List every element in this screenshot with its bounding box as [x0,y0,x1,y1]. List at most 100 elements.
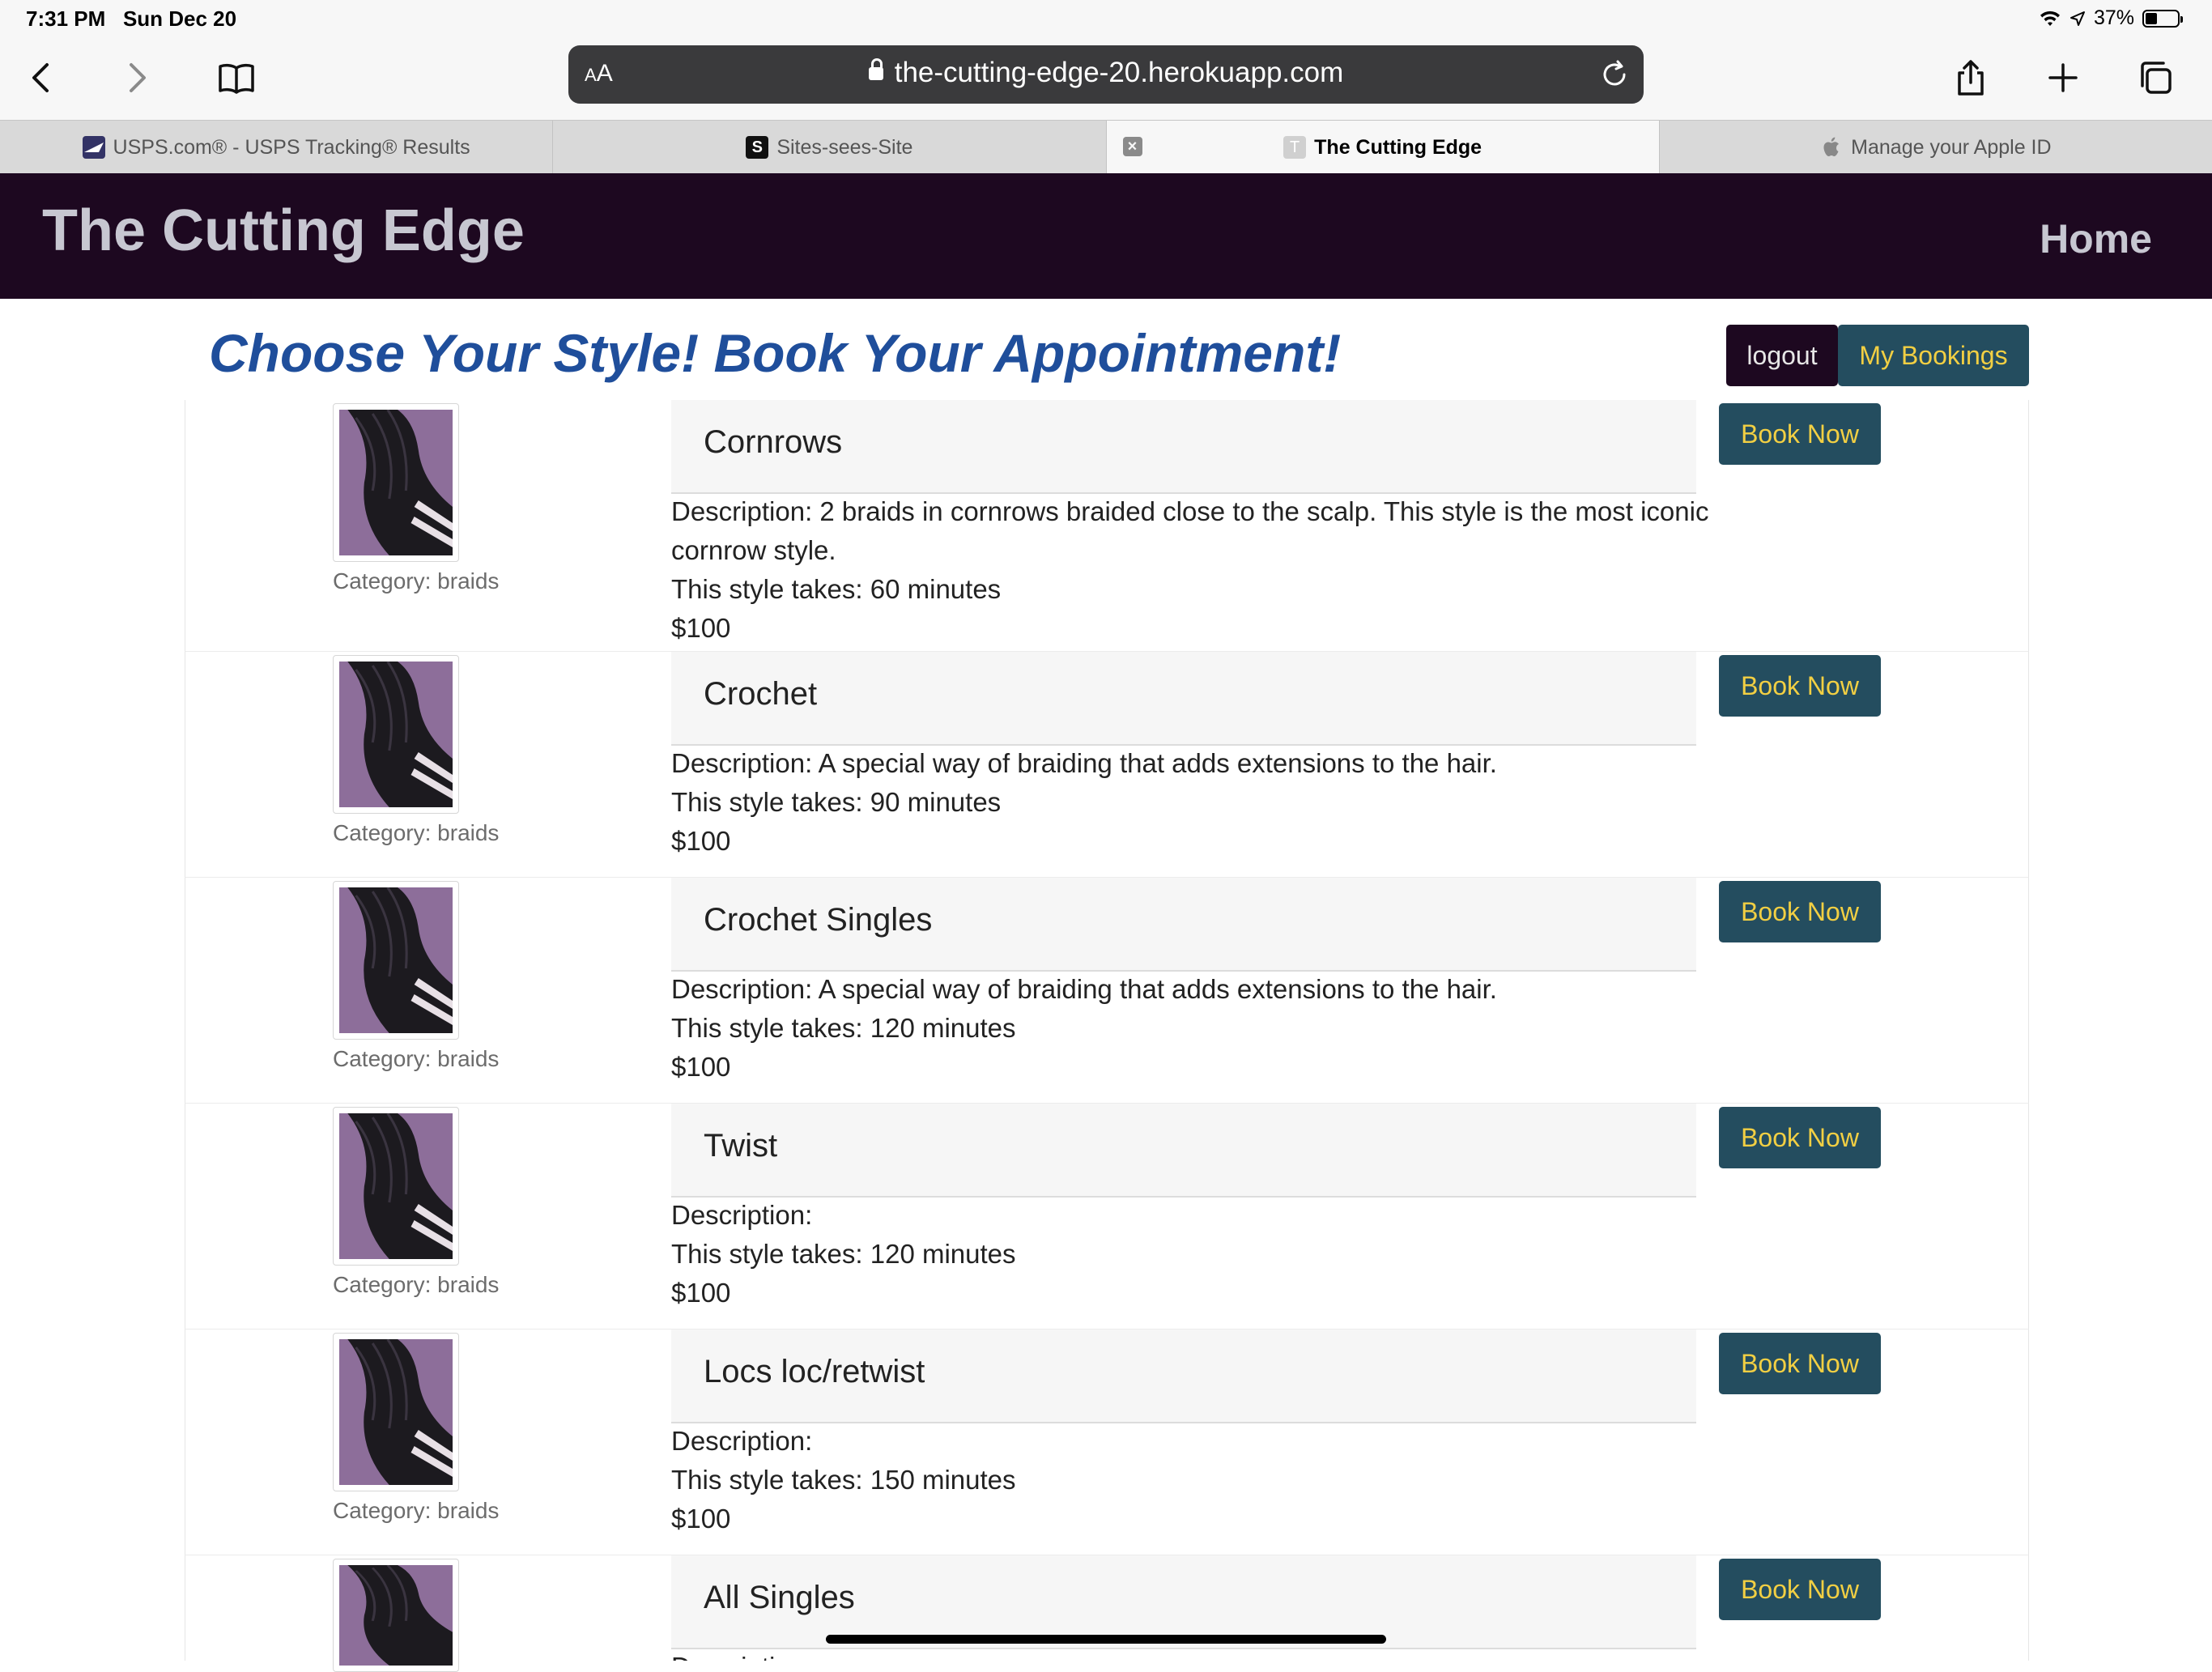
style-details: Description: A special way of braiding t… [671,744,1724,861]
book-icon [219,63,254,94]
style-category: Category: braids [333,820,500,845]
location-arrow-icon [2069,11,2085,26]
tab-title: Manage your Apple ID [1851,135,2052,159]
reload-icon[interactable] [1597,57,1632,92]
status-date: Sun Dec 20 [122,6,237,31]
style-card: All Singles Description: Book Now [185,1555,2029,1672]
apple-icon [1820,136,1843,159]
tab-sites-sees-site[interactable]: S Sites-sees-Site [553,121,1107,174]
back-button[interactable] [16,52,68,104]
style-name: Crochet Singles [704,902,933,938]
logout-button[interactable]: logout [1726,325,1838,386]
braids-photo-icon [339,410,453,555]
style-thumbnail [333,403,459,562]
book-now-button[interactable]: Book Now [1719,655,1881,717]
battery-icon [2142,9,2183,28]
style-name: Twist [704,1128,778,1164]
style-description: Description: [671,1426,813,1456]
style-category: Category: braids [333,1046,500,1071]
style-details: Description: This style takes: 150 minut… [671,1422,1724,1538]
style-name: Crochet [704,676,818,712]
style-duration: This style takes: 120 minutes [671,1239,1016,1269]
style-thumbnail [333,1559,459,1672]
address-bar[interactable]: AA the-cutting-edge-20.herokuapp.com [568,45,1644,104]
site-header: The Cutting Edge Home [0,173,2212,299]
book-now-button[interactable]: Book Now [1719,1333,1881,1394]
style-description: Description: [671,1648,1724,1661]
status-clock: 7:31 PM Sun Dec 20 [26,6,236,32]
tab-apple-id[interactable]: Manage your Apple ID [1660,121,2212,174]
new-tab-button[interactable] [2037,52,2089,104]
style-price: $100 [671,826,731,856]
braids-photo-icon [339,1113,453,1259]
style-price: $100 [671,1278,731,1308]
style-name-box: Twist [671,1104,1696,1198]
style-description: Description: A special way of braiding t… [671,748,1497,778]
style-price: $100 [671,1504,731,1534]
style-details: Description: [671,1648,1724,1661]
braids-photo-icon [339,887,453,1033]
status-bar: 7:31 PM Sun Dec 20 37% [0,0,2212,37]
nav-home-link[interactable]: Home [2040,215,2152,262]
style-category: Category: braids [333,1498,500,1523]
style-card: Category: braids Cornrows Description: 2… [185,400,2029,652]
style-description: Description: 2 braids in cornrows braide… [671,496,1709,565]
style-list: Category: braids Cornrows Description: 2… [185,400,2029,1672]
style-card: Category: braids Locs loc/retwist Descri… [185,1330,2029,1555]
tab-title: The Cutting Edge [1314,135,1482,159]
home-indicator[interactable] [826,1635,1386,1644]
book-now-button[interactable]: Book Now [1719,403,1881,465]
style-card: Category: braids Crochet Description: A … [185,652,2029,878]
close-tab-icon[interactable]: × [1122,137,1142,156]
style-category: Category: braids [333,1272,500,1297]
lock-icon [868,58,883,80]
style-name: Locs loc/retwist [704,1354,925,1389]
battery-percent: 37% [2093,6,2134,29]
url-display[interactable]: the-cutting-edge-20.herokuapp.com [568,57,1644,89]
tab-bar: USPS.com® - USPS Tracking® Results S Sit… [0,120,2212,175]
style-thumbnail [333,1107,459,1266]
site-s-favicon-icon: S [746,136,769,159]
bookmarks-button[interactable] [211,52,262,104]
tab-usps[interactable]: USPS.com® - USPS Tracking® Results [0,121,554,174]
style-details: Description: A special way of braiding t… [671,970,1724,1087]
style-duration: This style takes: 150 minutes [671,1465,1016,1495]
status-indicators: 37% [2039,6,2183,30]
my-bookings-button[interactable]: My Bookings [1838,325,2029,386]
page-title: Choose Your Style! Book Your Appointment… [209,323,1342,383]
style-thumbnail [333,881,459,1040]
braids-photo-icon [339,662,453,807]
plus-icon [2048,63,2078,92]
tabs-icon [2141,62,2172,94]
style-name-box: Locs loc/retwist [671,1330,1696,1423]
style-duration: This style takes: 60 minutes [671,574,1002,604]
site-t-favicon-icon: T [1283,136,1307,159]
braids-photo-icon [339,1339,453,1485]
style-thumbnail [333,655,459,814]
style-name: Cornrows [704,424,843,460]
style-price: $100 [671,1052,731,1082]
style-price: $100 [671,613,731,643]
usps-icon [82,136,105,159]
status-time: 7:31 PM [26,6,106,31]
share-icon [1958,60,1984,96]
book-now-button[interactable]: Book Now [1719,881,1881,942]
style-card: Category: braids Crochet Singles Descrip… [185,878,2029,1104]
chevron-right-icon [130,63,146,92]
tab-title: USPS.com® - USPS Tracking® Results [113,135,470,159]
style-duration: This style takes: 120 minutes [671,1013,1016,1043]
url-text: the-cutting-edge-20.herokuapp.com [894,57,1344,88]
share-button[interactable] [1945,52,1997,104]
site-brand[interactable]: The Cutting Edge [42,198,525,264]
tabs-overview-button[interactable] [2129,52,2181,104]
style-name-box: Crochet Singles [671,878,1696,972]
style-description: Description: A special way of braiding t… [671,974,1497,1004]
style-name-box: Crochet [671,652,1696,746]
forward-button[interactable] [110,52,162,104]
book-now-button[interactable]: Book Now [1719,1559,1881,1620]
book-now-button[interactable]: Book Now [1719,1107,1881,1168]
style-description: Description: [671,1200,813,1230]
tab-the-cutting-edge[interactable]: × T The Cutting Edge [1106,121,1660,174]
browser-toolbar: AA the-cutting-edge-20.herokuapp.com [0,37,2212,120]
style-category: Category: braids [333,568,500,593]
